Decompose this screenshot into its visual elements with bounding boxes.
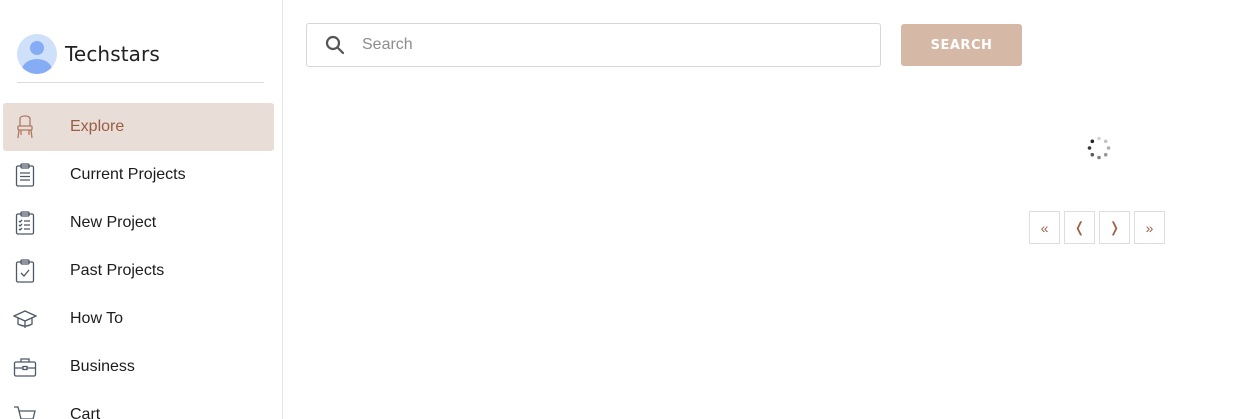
- sidebar-item-label: Business: [70, 358, 135, 375]
- graduation-cap-icon: [13, 307, 37, 331]
- search-button[interactable]: SEARCH: [901, 24, 1022, 66]
- loading-spinner-icon: [1086, 135, 1112, 161]
- sidebar-item-explore[interactable]: Explore: [3, 103, 274, 151]
- brand: Techstars: [17, 34, 160, 74]
- search-input[interactable]: [360, 35, 844, 55]
- sidebar-item-label: Past Projects: [70, 262, 165, 279]
- clipboard-list-icon: [13, 163, 37, 187]
- avatar[interactable]: [17, 34, 57, 74]
- sidebar-item-new-project[interactable]: New Project: [3, 199, 274, 247]
- sidebar-nav: Explore Current Projects New Project Pas…: [3, 103, 274, 419]
- last-page-button[interactable]: »: [1134, 211, 1165, 244]
- sidebar-item-cart[interactable]: Cart: [3, 391, 274, 419]
- first-page-button[interactable]: «: [1029, 211, 1060, 244]
- pagination: « ❬ ❭ »: [1029, 211, 1169, 244]
- search-icon: [324, 34, 346, 56]
- clipboard-check-icon: [13, 259, 37, 283]
- sidebar-item-current-projects[interactable]: Current Projects: [3, 151, 274, 199]
- sidebar-item-label: Current Projects: [70, 166, 186, 183]
- sidebar-item-label: Cart: [70, 406, 101, 419]
- cart-icon: [13, 403, 37, 419]
- sidebar-item-past-projects[interactable]: Past Projects: [3, 247, 274, 295]
- sidebar-item-label: Explore: [70, 118, 125, 135]
- search-box: [306, 23, 881, 67]
- sidebar-item-label: How To: [70, 310, 124, 327]
- prev-page-button[interactable]: ❬: [1064, 211, 1095, 244]
- sidebar-item-label: New Project: [70, 214, 157, 231]
- sidebar: Techstars Explore Current Projects New P…: [0, 0, 283, 419]
- divider: [17, 82, 264, 83]
- sidebar-item-how-to[interactable]: How To: [3, 295, 274, 343]
- clipboard-checklist-icon: [13, 211, 37, 235]
- briefcase-icon: [13, 355, 37, 379]
- chair-icon: [13, 115, 37, 139]
- brand-name: Techstars: [65, 42, 160, 66]
- sidebar-item-business[interactable]: Business: [3, 343, 274, 391]
- next-page-button[interactable]: ❭: [1099, 211, 1130, 244]
